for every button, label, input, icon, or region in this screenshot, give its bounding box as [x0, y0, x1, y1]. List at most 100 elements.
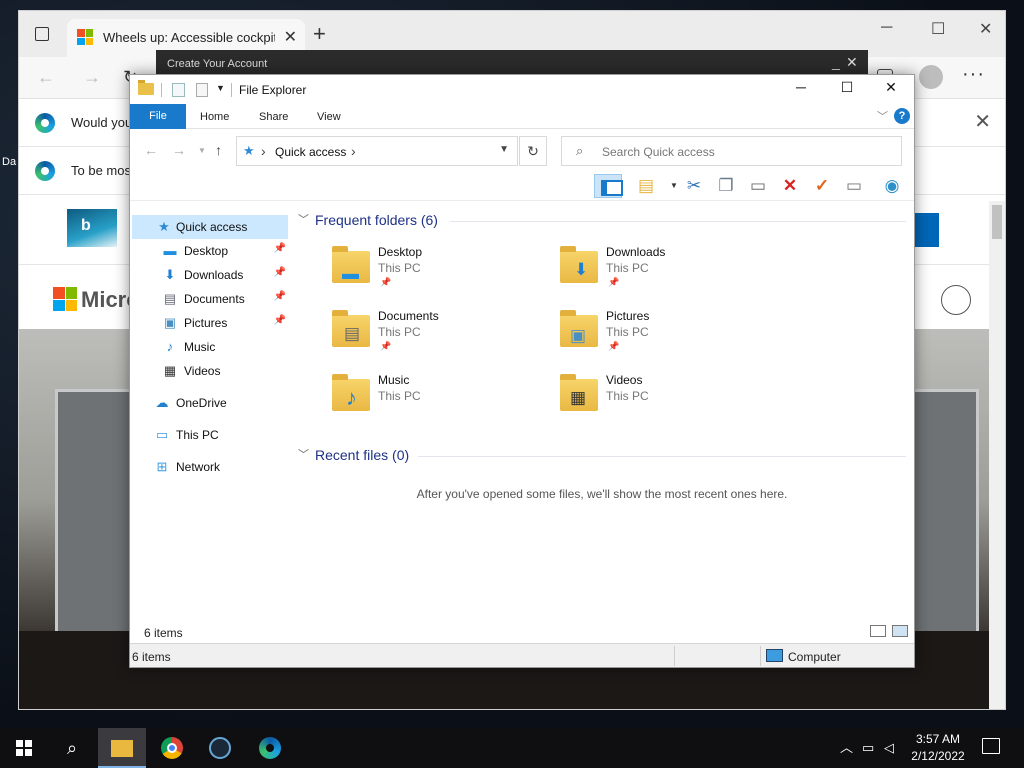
- delete-icon[interactable]: ✕: [776, 174, 804, 198]
- search-box[interactable]: ⌕ Search Quick access: [561, 136, 902, 166]
- network-tray-icon[interactable]: ▭: [862, 728, 874, 768]
- chevron-down-icon[interactable]: ﹀: [298, 446, 309, 462]
- dialog-minimize-icon[interactable]: _: [832, 54, 840, 70]
- taskbar-steam[interactable]: [196, 728, 244, 768]
- recent-files-empty-message: After you've opened some files, we'll sh…: [416, 487, 788, 501]
- sidebar-item-videos[interactable]: ▦ Videos: [130, 359, 290, 383]
- breadcrumb-chevron-icon[interactable]: ›: [261, 143, 266, 159]
- recent-files-header[interactable]: ﹀ Recent files (0): [298, 446, 409, 463]
- pin-icon[interactable]: 📌: [274, 291, 286, 302]
- folder-tile-documents[interactable]: ▤ Documents This PC 📌: [332, 309, 552, 365]
- folder-tile-desktop[interactable]: ▬ Desktop This PC 📌: [332, 245, 552, 301]
- tab-view[interactable]: View: [317, 111, 341, 123]
- taskbar-chrome[interactable]: [148, 728, 196, 768]
- folder-tile-videos[interactable]: ▦ Videos This PC: [560, 373, 780, 429]
- more-menu-icon[interactable]: ···: [962, 63, 985, 86]
- check-icon[interactable]: ✓: [808, 174, 836, 198]
- new-tab-button[interactable]: +: [313, 21, 326, 47]
- address-bar[interactable]: ★ › Quick access › ▼: [236, 136, 518, 166]
- sidebar-item-this-pc[interactable]: ▭ This PC: [130, 423, 290, 447]
- downloads-folder-icon: ⬇: [560, 246, 598, 283]
- up-arrow-icon[interactable]: ↑: [215, 142, 222, 158]
- tray-chevron-icon[interactable]: ︿: [840, 728, 853, 768]
- microsoft-logo-icon[interactable]: [53, 287, 77, 311]
- forward-arrow-icon[interactable]: →: [172, 142, 186, 158]
- folder-location: This PC: [606, 325, 649, 339]
- address-row: ← → ▼ ↑ ★ › Quick access › ▼ ↻ ⌕ Search …: [130, 129, 914, 171]
- browser-scrollbar[interactable]: [989, 201, 1005, 709]
- paste-icon[interactable]: ▭: [744, 174, 772, 198]
- folder-tile-downloads[interactable]: ⬇ Downloads This PC 📌: [560, 245, 780, 301]
- browser-close-icon[interactable]: ✕: [979, 19, 992, 39]
- search-input[interactable]: Search Quick access: [602, 145, 715, 159]
- taskbar-edge[interactable]: [246, 728, 294, 768]
- cut-icon[interactable]: ✂: [680, 174, 708, 198]
- sidebar-item-network[interactable]: ⊞ Network: [130, 455, 290, 479]
- folder-tile-pictures[interactable]: ▣ Pictures This PC 📌: [560, 309, 780, 365]
- large-icons-view-icon[interactable]: [892, 625, 908, 637]
- tab-file[interactable]: File: [130, 104, 186, 129]
- refresh-button[interactable]: ↻: [519, 136, 547, 166]
- folder-tile-music[interactable]: ♪ Music This PC: [332, 373, 552, 429]
- minimize-icon[interactable]: ─: [778, 79, 824, 101]
- desktop-icon-label[interactable]: Da: [2, 156, 16, 168]
- sidebar-item-pictures[interactable]: ▣ Pictures 📌: [130, 311, 290, 335]
- new-folder-icon[interactable]: [196, 83, 208, 97]
- pin-icon[interactable]: 📌: [274, 243, 286, 254]
- maximize-icon[interactable]: ☐: [824, 79, 870, 101]
- frequent-folders-header[interactable]: ﹀ Frequent folders (6): [298, 211, 438, 228]
- sidebar-item-label: This PC: [176, 428, 219, 442]
- preview-pane-icon[interactable]: [594, 174, 623, 198]
- forward-icon[interactable]: →: [83, 67, 101, 88]
- sidebar-item-desktop[interactable]: ▬ Desktop 📌: [130, 239, 290, 263]
- tab-home[interactable]: Home: [200, 111, 229, 123]
- folder-location: This PC: [378, 261, 421, 275]
- breadcrumb-chevron-icon[interactable]: ›: [351, 143, 356, 159]
- tab-actions-icon[interactable]: [35, 27, 49, 41]
- tab-close-icon[interactable]: ✕: [284, 27, 297, 47]
- sidebar-item-onedrive[interactable]: ☁ OneDrive: [130, 391, 290, 415]
- new-item-icon[interactable]: ▤: [632, 174, 660, 198]
- chevron-down-icon[interactable]: ﹀: [298, 211, 309, 227]
- back-icon[interactable]: ←: [37, 67, 55, 88]
- browser-minimize-icon[interactable]: ─: [881, 19, 892, 37]
- taskbar-file-explorer[interactable]: [98, 728, 146, 768]
- sidebar-item-music[interactable]: ♪ Music: [130, 335, 290, 359]
- start-button[interactable]: [0, 728, 48, 768]
- dialog-close-icon[interactable]: ✕: [846, 54, 858, 71]
- close-icon[interactable]: ✕: [868, 79, 914, 101]
- breadcrumb-quick-access[interactable]: Quick access: [275, 145, 346, 159]
- info-bar-close-icon[interactable]: ✕: [974, 109, 991, 134]
- browser-maximize-icon[interactable]: ☐: [931, 19, 945, 39]
- sidebar-item-label: Quick access: [176, 220, 248, 234]
- account-icon[interactable]: [941, 285, 971, 315]
- tab-share[interactable]: Share: [259, 111, 288, 123]
- recent-locations-icon[interactable]: ▼: [198, 146, 206, 155]
- copy-icon[interactable]: ❐: [712, 174, 740, 198]
- scrollbar-thumb[interactable]: [992, 205, 1002, 239]
- bing-thumbnail[interactable]: b: [67, 209, 117, 247]
- pin-icon[interactable]: 📌: [274, 267, 286, 278]
- sidebar-item-quick-access[interactable]: ★ Quick access: [132, 215, 288, 239]
- command-toolbar: ▤ ▼ ✂ ❐ ▭ ✕ ✓ ▭ ◉: [130, 171, 914, 201]
- notification-icon[interactable]: [982, 738, 1000, 754]
- ribbon-expand-icon[interactable]: ﹀: [877, 108, 888, 124]
- sidebar-item-documents[interactable]: ▤ Documents 📌: [130, 287, 290, 311]
- taskbar-clock[interactable]: 3:57 AM 2/12/2022: [906, 731, 970, 765]
- rename-icon[interactable]: ▭: [840, 174, 868, 198]
- details-view-icon[interactable]: [870, 625, 886, 637]
- pin-icon[interactable]: 📌: [274, 315, 286, 326]
- address-dropdown-icon[interactable]: ▼: [499, 144, 509, 155]
- sidebar-item-downloads[interactable]: ⬇ Downloads 📌: [130, 263, 290, 287]
- customize-toolbar-icon[interactable]: ▼: [216, 83, 225, 93]
- back-arrow-icon[interactable]: ←: [144, 142, 158, 158]
- taskbar-search-icon[interactable]: ⌕: [48, 728, 96, 768]
- globe-icon[interactable]: ◉: [878, 174, 906, 198]
- properties-icon[interactable]: [172, 83, 185, 97]
- volume-muted-icon[interactable]: ◁: [884, 728, 894, 768]
- profile-avatar[interactable]: [919, 65, 943, 89]
- videos-folder-icon: ▦: [560, 374, 598, 411]
- desktop-folder-icon: ▬: [332, 246, 370, 283]
- help-button[interactable]: ?: [894, 108, 910, 124]
- explorer-title-bar[interactable]: ▼ File Explorer ─ ☐ ✕: [130, 75, 914, 104]
